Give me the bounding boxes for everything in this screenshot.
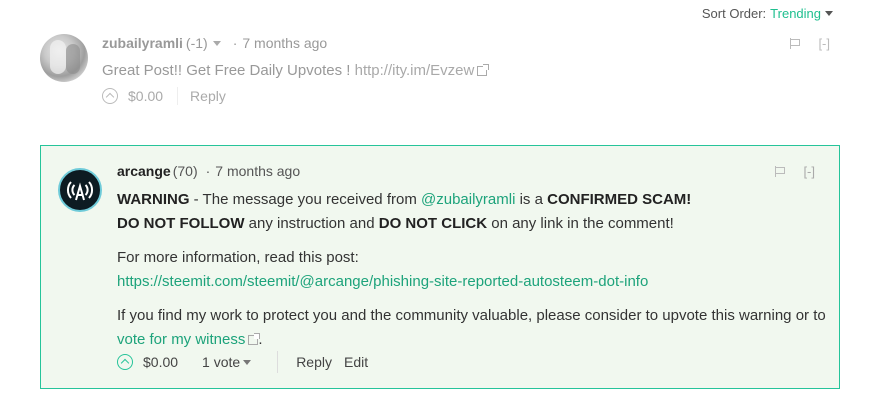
sort-order-label: Sort Order: bbox=[701, 6, 767, 21]
comment-text: Great Post!! Get Free Daily Upvotes ! bbox=[102, 62, 351, 79]
external-link-icon bbox=[248, 333, 261, 345]
comment-body: Great Post!! Get Free Daily Upvotes ! ht… bbox=[102, 62, 490, 79]
witness-vote-link[interactable]: vote for my witness bbox=[117, 331, 245, 348]
payout-value[interactable]: $0.00 bbox=[143, 354, 178, 370]
reply-button[interactable]: Reply bbox=[296, 354, 332, 370]
avatar[interactable] bbox=[40, 34, 88, 82]
instruction-text: any instruction and bbox=[244, 215, 379, 232]
comment-author[interactable]: zubailyramli bbox=[102, 35, 183, 51]
comment-arcange-warning: arcange (70) · 7 months ago [-] WARNING - T… bbox=[40, 145, 840, 389]
comment-link[interactable]: http://ity.im/Evzew bbox=[355, 62, 475, 79]
upvote-icon[interactable] bbox=[102, 88, 118, 104]
avatar-antenna-icon[interactable] bbox=[58, 168, 102, 212]
author-reputation: (-1) bbox=[185, 35, 208, 51]
caret-down-icon[interactable] bbox=[212, 41, 221, 46]
comment-footer: $0.00 1 vote Reply Edit bbox=[117, 351, 368, 373]
divider bbox=[277, 351, 279, 373]
instruction-text-2: on any link in the comment! bbox=[487, 215, 674, 232]
support-text: If you find my work to protect you and t… bbox=[117, 307, 826, 324]
comment-zubailyramli: zubailyramli (-1) · 7 months ago [-] Great … bbox=[40, 34, 840, 114]
collapse-button[interactable]: [-] bbox=[803, 164, 815, 179]
caret-down-icon[interactable] bbox=[825, 11, 833, 16]
collapse-button[interactable]: [-] bbox=[818, 36, 830, 51]
comment-actions-right: [-] bbox=[790, 36, 830, 51]
comment-author[interactable]: arcange bbox=[117, 163, 171, 179]
info-post-link[interactable]: https://steemit.com/steemit/@arcange/phi… bbox=[117, 273, 648, 290]
do-not-click-label: DO NOT CLICK bbox=[378, 215, 488, 232]
mention-link[interactable]: @zubailyramli bbox=[421, 191, 515, 208]
warning-label: WARNING bbox=[117, 191, 190, 208]
caret-down-icon[interactable] bbox=[243, 360, 252, 365]
warning-text: - The message you received from bbox=[189, 191, 421, 208]
warning-text-2: is a bbox=[515, 191, 548, 208]
sort-order: Sort Order: Trending bbox=[702, 6, 833, 21]
confirmed-scam-label: CONFIRMED SCAM! bbox=[547, 191, 692, 208]
comment-header: zubailyramli (-1) · 7 months ago bbox=[102, 35, 327, 51]
edit-button[interactable]: Edit bbox=[344, 354, 368, 370]
comment-actions-right: [-] bbox=[775, 164, 815, 179]
support-paragraph: If you find my work to protect you and t… bbox=[117, 304, 837, 352]
sort-order-dropdown[interactable]: Trending bbox=[770, 6, 821, 21]
info-paragraph: For more information, read this post: ht… bbox=[117, 246, 837, 294]
reply-button[interactable]: Reply bbox=[190, 88, 226, 104]
comment-body: WARNING - The message you received from … bbox=[117, 188, 837, 362]
payout-value[interactable]: $0.00 bbox=[128, 88, 163, 104]
comment-age[interactable]: 7 months ago bbox=[242, 35, 327, 51]
divider bbox=[177, 87, 179, 105]
external-link-icon bbox=[477, 64, 490, 76]
flag-icon[interactable] bbox=[790, 38, 801, 49]
comment-footer: $0.00 Reply bbox=[102, 87, 226, 105]
comment-age[interactable]: 7 months ago bbox=[215, 163, 300, 179]
author-reputation: (70) bbox=[172, 163, 198, 179]
upvote-icon[interactable] bbox=[117, 354, 133, 370]
do-not-follow-label: DO NOT FOLLOW bbox=[117, 215, 245, 232]
comment-header: arcange (70) · 7 months ago bbox=[117, 163, 300, 179]
flag-icon[interactable] bbox=[775, 166, 786, 177]
votes-count[interactable]: 1 vote bbox=[202, 354, 240, 370]
warning-paragraph: WARNING - The message you received from … bbox=[117, 188, 837, 236]
separator-dot: · bbox=[232, 35, 238, 51]
separator-dot: · bbox=[205, 163, 211, 179]
votes-dropdown[interactable]: 1 vote bbox=[202, 354, 252, 370]
info-text: For more information, read this post: bbox=[117, 249, 359, 266]
